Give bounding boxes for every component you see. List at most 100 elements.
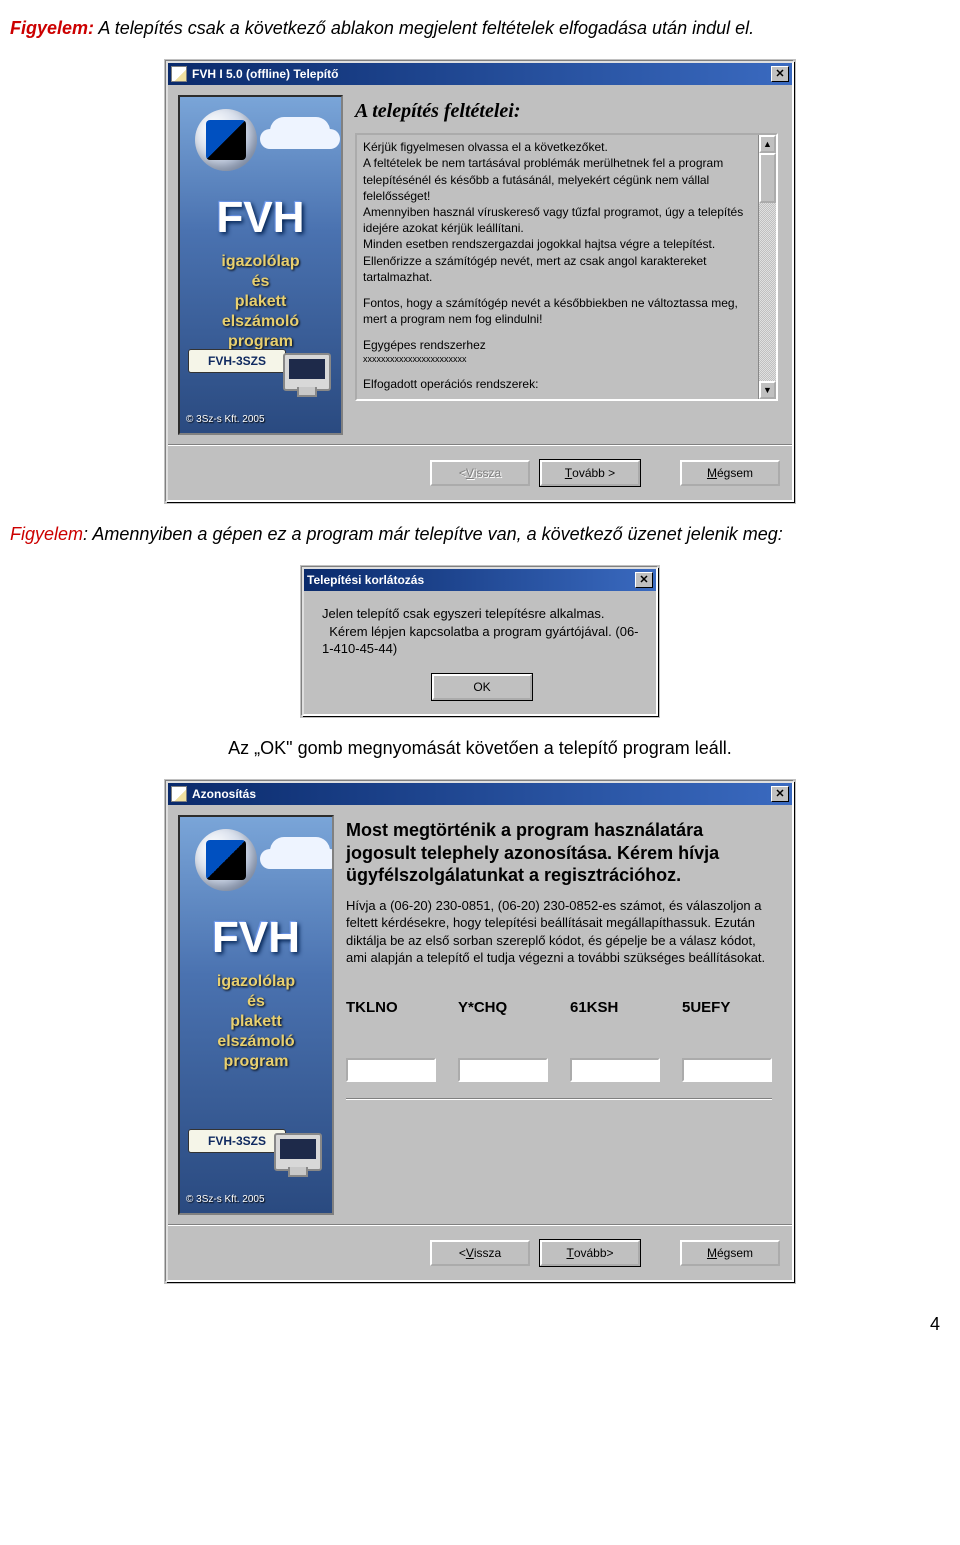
code-label: 5UEFY [682,997,772,1018]
titlebar[interactable]: Azonosítás ✕ [168,783,792,805]
cond-line: Kérjük figyelmesen olvassa el a következ… [363,139,752,155]
logo-ball-icon [195,829,257,891]
conditions-scrollbox: Kérjük figyelmesen olvassa el a következ… [355,133,778,401]
ok-button[interactable]: OK [432,674,532,700]
sidebar-line: program [180,1052,332,1072]
sidebar-line: és [180,992,332,1012]
sidebar-line: plakett [180,292,341,312]
btn-text: < [459,465,466,482]
btn-text: issza [474,465,501,482]
btn-mnemonic: M [707,465,717,482]
cond-line: Elfogadott operációs rendszerek: [363,376,752,392]
button-row: < Vissza Tovább > Mégsem [168,445,792,500]
page-number: 4 [10,1312,950,1337]
sidebar-copyright: © 3Sz-s Kft. 2005 [186,1193,265,1207]
sidebar-line: plakett [180,1012,332,1032]
intro-prefix: Figyelem: [10,18,94,38]
scroll-up-button[interactable]: ▲ [759,135,776,153]
code-input-4[interactable] [682,1058,772,1082]
conditions-text: Kérjük figyelmesen olvassa el a következ… [357,135,758,399]
scroll-down-button[interactable]: ▼ [759,381,776,399]
divider [346,1098,772,1100]
close-icon: ✕ [639,573,648,588]
close-button[interactable]: ✕ [635,572,653,588]
installer-sidebar: FVH igazolólap és plakett elszámoló prog… [178,815,334,1215]
code-input-2[interactable] [458,1058,548,1082]
monitor-icon [274,1133,322,1171]
btn-text: égsem [717,1245,753,1262]
msg-line: Kérem lépjen kapcsolatba a program gyárt… [322,623,642,658]
sidebar-line: elszámoló [180,1032,332,1052]
btn-text: < [459,1245,466,1262]
window-title: FVH I 5.0 (offline) Telepítő [192,66,338,83]
titlebar[interactable]: Telepítési korlátozás ✕ [304,569,656,591]
code-label: 61KSH [570,997,660,1018]
btn-mnemonic: T [565,465,572,482]
close-button[interactable]: ✕ [771,786,789,802]
mid-text: : Amennyiben a gépen ez a program már te… [83,524,783,544]
logo-ball-icon [195,109,257,171]
cond-line: A feltételek be nem tartásával problémák… [363,155,752,204]
cond-line: Amennyiben használ víruskereső vagy tűzf… [363,204,752,236]
scroll-track[interactable] [759,203,776,381]
btn-mnemonic: V [466,465,474,482]
sidebar-logo-text: FVH [180,907,332,969]
sidebar-copyright: © 3Sz-s Kft. 2005 [186,413,265,427]
cloud-icon [270,837,330,865]
code-inputs-row [346,1058,772,1082]
next-button[interactable]: Tovább > [540,460,640,486]
mid-prefix: Figyelem [10,524,83,544]
btn-text: ovább> [574,1245,614,1262]
back-button[interactable]: <Vissza [430,1240,530,1266]
section-title: A telepítés feltételei: [355,97,778,125]
code-label: TKLNO [346,997,436,1018]
installer-window-conditions: FVH I 5.0 (offline) Telepítő ✕ FVH igazo… [166,61,794,502]
sidebar-line: és [180,272,341,292]
scrollbar[interactable]: ▲ ▼ [758,135,776,399]
cond-line: Fontos, hogy a számítógép nevét a később… [363,295,752,327]
identification-heading: Most megtörténik a program használatára … [346,819,772,887]
close-icon: ✕ [775,67,784,82]
window-title: Telepítési korlátozás [307,572,424,589]
btn-text: OK [473,679,490,696]
code-labels-row: TKLNO Y*CHQ 61KSH 5UEFY [346,997,772,1018]
back-button[interactable]: < Vissza [430,460,530,486]
sidebar-logo-text: FVH [180,187,341,249]
code-label: Y*CHQ [458,997,548,1018]
cond-line: xxxxxxxxxxxxxxxxxxxxxxx [363,353,752,365]
installer-icon [171,66,187,82]
sidebar-plate: FVH-3SZS [188,349,286,373]
code-input-3[interactable] [570,1058,660,1082]
intro-paragraph: Figyelem: A telepítés csak a következő a… [10,16,950,41]
sidebar-line: elszámoló [180,312,341,332]
msg-line: Jelen telepítő csak egyszeri telepítésre… [322,605,642,623]
next-button[interactable]: Tovább> [540,1240,640,1266]
btn-mnemonic: T [566,1245,573,1262]
sidebar-line: igazolólap [180,972,332,992]
cancel-button[interactable]: Mégsem [680,1240,780,1266]
installer-icon [171,786,187,802]
installer-sidebar: FVH igazolólap és plakett elszámoló prog… [178,95,343,435]
after-msg-text: Az „OK" gomb megnyomását követően a tele… [228,738,732,758]
btn-mnemonic: M [707,1245,717,1262]
after-msg-paragraph: Az „OK" gomb megnyomását követően a tele… [10,736,950,761]
monitor-icon [283,353,331,391]
btn-text: égsem [717,465,753,482]
cloud-icon [270,117,330,145]
message-text: Jelen telepítő csak egyszeri telepítésre… [322,605,642,658]
close-button[interactable]: ✕ [771,66,789,82]
button-row: <Vissza Tovább> Mégsem [168,1225,792,1280]
cond-line: Minden esetben rendszergazdai jogokkal h… [363,236,752,285]
installer-window-identification: Azonosítás ✕ FVH igazolólap és plakett e… [166,781,794,1282]
cancel-button[interactable]: Mégsem [680,460,780,486]
btn-text: ovább > [572,465,615,482]
window-title: Azonosítás [192,786,256,803]
code-input-1[interactable] [346,1058,436,1082]
scroll-thumb[interactable] [759,153,776,203]
close-icon: ✕ [775,787,784,802]
message-box-restriction: Telepítési korlátozás ✕ Jelen telepítő c… [302,567,658,716]
cond-line: Egygépes rendszerhez [363,337,752,353]
titlebar[interactable]: FVH I 5.0 (offline) Telepítő ✕ [168,63,792,85]
btn-text: issza [474,1245,501,1262]
sidebar-caption: igazolólap és plakett elszámoló program [180,972,332,1072]
